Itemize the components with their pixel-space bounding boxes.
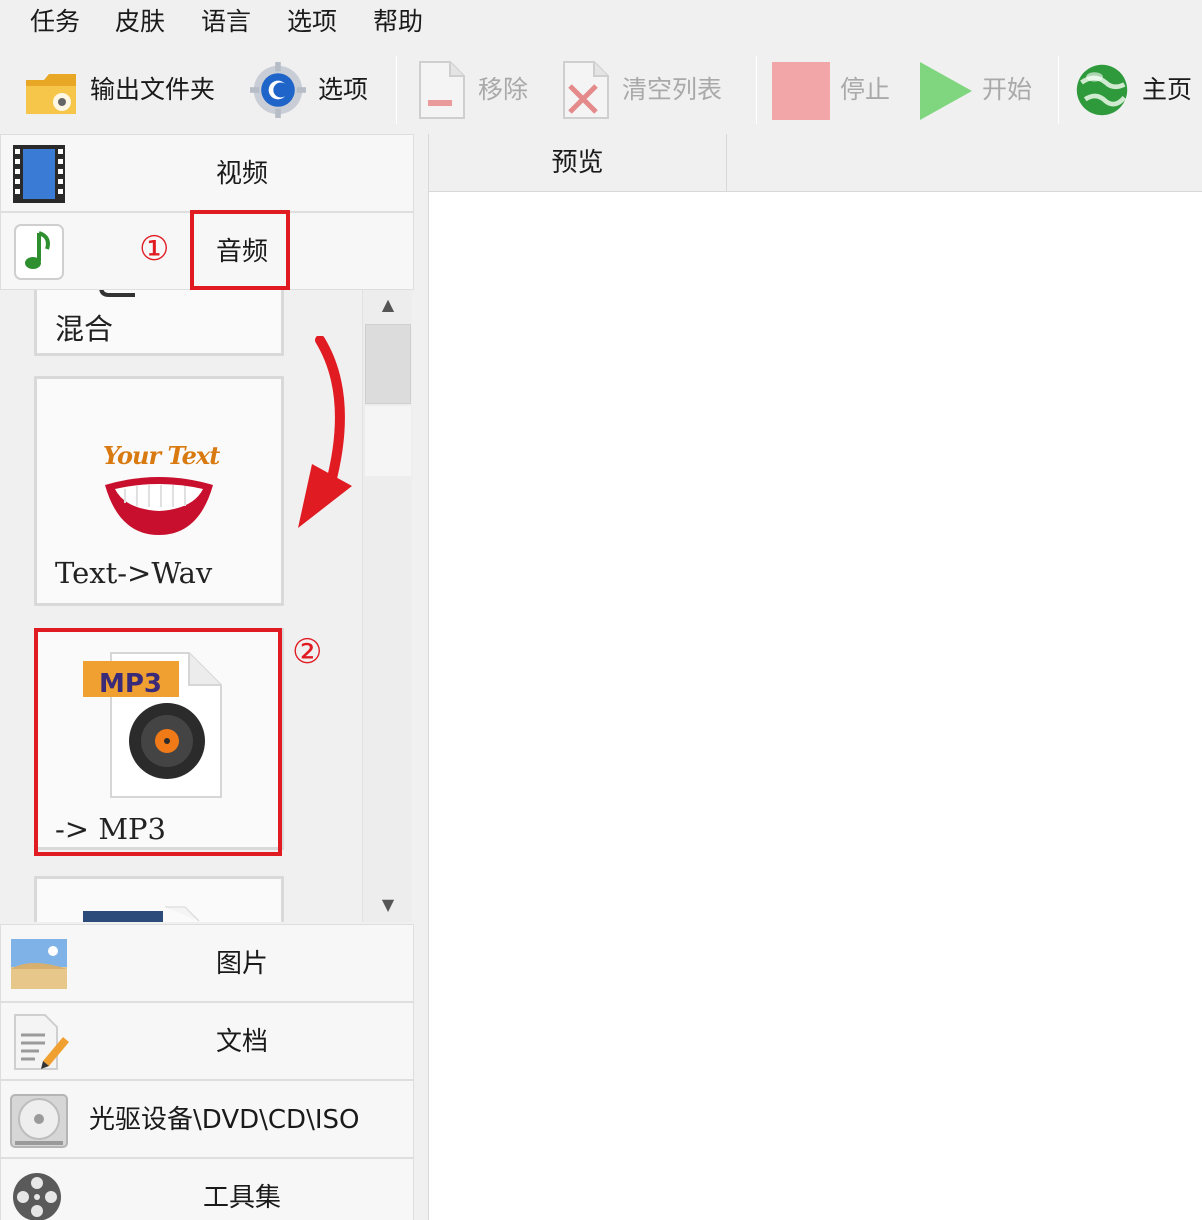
category-panel: 视频 ① 音频 混合 Your Text Text->Wav MP3 -> MP…	[0, 134, 416, 1220]
scroll-track	[365, 406, 411, 476]
toolbar-separator	[756, 56, 757, 124]
lips-icon	[105, 477, 213, 535]
category-image-label: 图片	[215, 949, 268, 979]
category-disc[interactable]: 光驱设备\DVD\CD\ISO	[0, 1080, 414, 1158]
scroll-down-button[interactable]: ▼	[363, 890, 413, 918]
remove-label: 移除	[478, 75, 529, 104]
menu-language[interactable]: 语言	[201, 6, 251, 38]
partial-tool-icon	[83, 906, 200, 922]
output-folder-button[interactable]: 输出文件夹	[20, 46, 240, 134]
clear-list-icon	[563, 61, 609, 119]
tool-text-to-wav[interactable]: Your Text Text->Wav	[34, 376, 284, 606]
menu-task[interactable]: 任务	[30, 6, 80, 38]
menu-bar: 任务 皮肤 语言 选项 帮助	[0, 0, 1202, 46]
audio-highlight-box	[190, 210, 290, 290]
stop-label: 停止	[840, 75, 891, 104]
category-document-label: 文档	[215, 1027, 268, 1057]
tool-text-to-wav-label: Text->Wav	[55, 556, 213, 590]
film-reel-icon	[13, 1173, 61, 1220]
tool-mix-label: 混合	[55, 312, 114, 346]
tool-next-partial[interactable]	[34, 876, 284, 922]
menu-help[interactable]: 帮助	[373, 6, 423, 38]
category-document[interactable]: 文档	[0, 1002, 414, 1080]
home-label: 主页	[1142, 75, 1193, 104]
music-note-icon	[14, 224, 64, 280]
landscape-image-icon	[11, 939, 67, 989]
clear-list-button[interactable]: 清空列表	[556, 46, 746, 134]
preview-panel: 预览	[428, 134, 1202, 1220]
film-strip-icon	[13, 145, 65, 203]
scroll-thumb[interactable]	[365, 324, 411, 404]
mix-icon	[99, 290, 135, 297]
your-text-art: Your Text	[103, 441, 220, 470]
start-label: 开始	[982, 75, 1033, 104]
folder-icon	[26, 74, 76, 114]
tab-preview[interactable]: 预览	[429, 134, 727, 192]
play-icon	[920, 62, 972, 120]
tool-list-scrollbar[interactable]: ▲ ▼	[362, 290, 412, 922]
menu-skin[interactable]: 皮肤	[115, 6, 165, 38]
document-remove-icon	[419, 61, 465, 119]
stop-icon	[772, 62, 830, 120]
disc-drive-icon	[10, 1094, 68, 1148]
start-button[interactable]: 开始	[914, 46, 1046, 134]
toolbar-separator	[396, 56, 397, 124]
category-tools-label: 工具集	[202, 1183, 281, 1213]
tab-preview-label: 预览	[551, 148, 604, 178]
menu-options[interactable]: 选项	[287, 6, 337, 38]
category-video-label: 视频	[215, 159, 268, 189]
output-folder-label: 输出文件夹	[90, 75, 216, 104]
red-arrow-annotation	[298, 336, 352, 528]
toolbar: 输出文件夹 选项 移除 清空列表 停止 开始 主页	[0, 46, 1202, 134]
category-tools[interactable]: 工具集	[0, 1158, 414, 1220]
scroll-up-button[interactable]: ▲	[363, 290, 413, 318]
options-label: 选项	[318, 75, 369, 104]
home-button[interactable]: 主页	[1072, 46, 1200, 134]
mp3-highlight-box	[34, 628, 282, 856]
step-2-marker: ②	[292, 632, 323, 672]
document-edit-icon	[14, 1014, 69, 1070]
globe-icon	[1076, 64, 1128, 116]
category-video[interactable]: 视频	[0, 134, 414, 212]
clear-list-label: 清空列表	[622, 75, 723, 104]
options-button[interactable]: 选项	[248, 46, 382, 134]
audio-tool-list: 混合 Your Text Text->Wav MP3 -> MP3 ② ▲ ▼	[0, 290, 414, 922]
category-disc-label: 光驱设备\DVD\CD\ISO	[89, 1105, 360, 1135]
gear-icon	[250, 62, 306, 118]
category-image[interactable]: 图片	[0, 924, 414, 1002]
stop-button[interactable]: 停止	[768, 46, 900, 134]
tool-mix[interactable]: 混合	[34, 290, 284, 356]
remove-button[interactable]: 移除	[412, 46, 542, 134]
tab-strip	[727, 134, 1202, 192]
toolbar-separator	[1058, 56, 1059, 124]
